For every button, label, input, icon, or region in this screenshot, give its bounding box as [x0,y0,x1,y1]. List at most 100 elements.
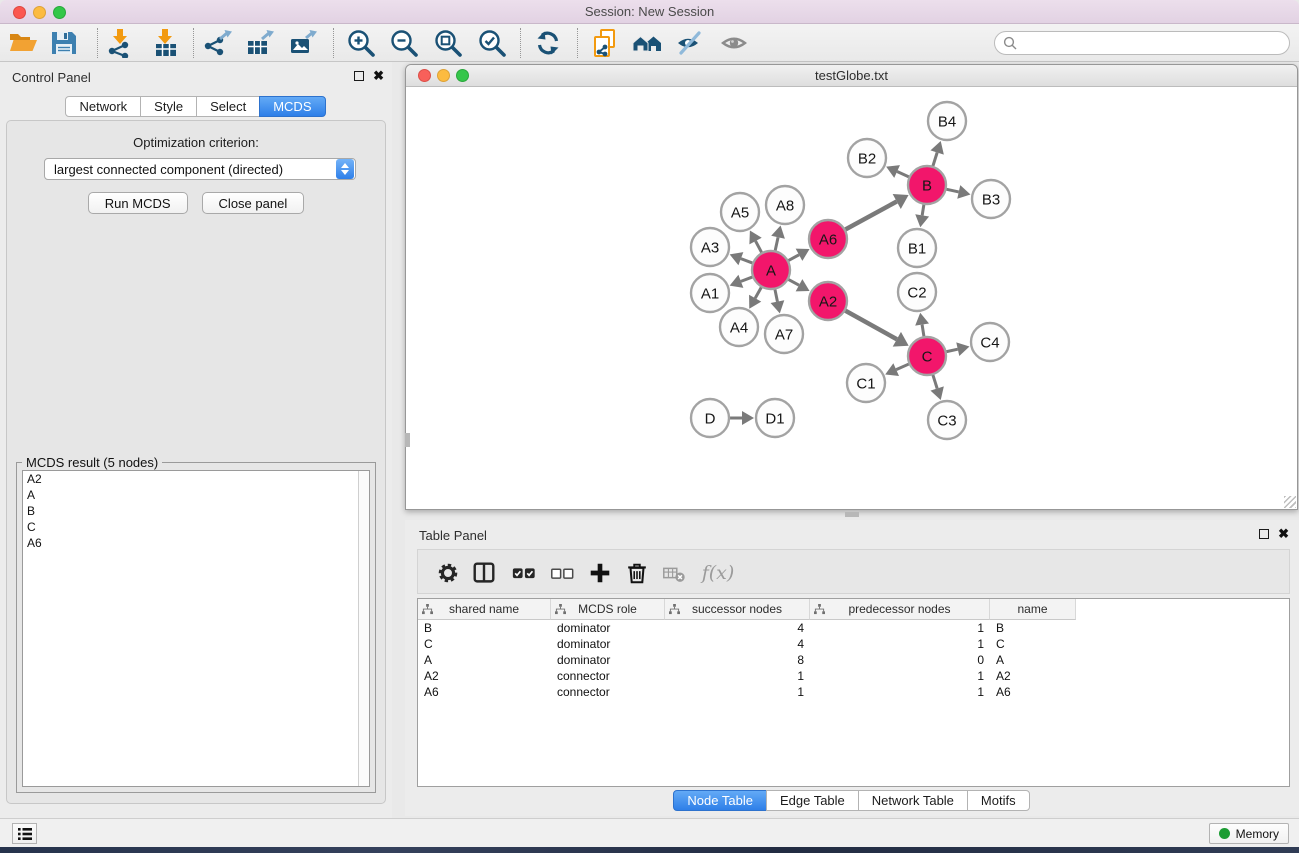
edge-B-B3[interactable] [946,189,959,192]
search-input[interactable] [1017,33,1289,53]
close-panel-button[interactable]: Close panel [202,192,305,214]
network-minimize-button[interactable] [437,69,450,82]
mcds-result-item[interactable]: A [23,487,369,503]
tab-motifs[interactable]: Motifs [967,790,1030,811]
graph-node-label: C3 [937,412,956,429]
add-column-icon[interactable] [585,558,615,588]
float-panel-icon[interactable] [354,71,364,81]
table-cell: 1 [665,668,810,684]
tab-edge-table[interactable]: Edge Table [766,790,859,811]
memory-status-icon [1219,828,1230,839]
split-view-icon[interactable] [469,558,499,588]
control-panel-title: Control Panel [12,70,91,85]
node-table: shared nameMCDS rolesuccessor nodesprede… [417,598,1290,787]
zoom-fit-icon[interactable] [429,26,467,60]
column-header-MCDS-role[interactable]: MCDS role [551,599,665,620]
edge-A2-C[interactable] [845,310,897,339]
show-all-icon[interactable] [716,26,754,60]
minimize-window-button[interactable] [33,6,46,19]
tab-style[interactable]: Style [140,96,197,117]
table-row[interactable]: A6connector11A6 [418,684,1289,700]
zoom-window-button[interactable] [53,6,66,19]
edge-A-A5[interactable] [756,241,762,253]
edge-A-A8[interactable] [775,237,778,251]
mcds-result-item[interactable]: A6 [23,535,369,551]
mcds-result-item[interactable]: C [23,519,369,535]
table-row[interactable]: Bdominator41B [418,620,1289,636]
edge-A-A3[interactable] [741,259,753,264]
splitter-handle-left[interactable] [405,433,410,447]
export-table-icon[interactable] [241,26,279,60]
edge-B-B2[interactable] [897,172,910,178]
edge-A-A7[interactable] [775,289,778,302]
refresh-icon[interactable] [529,26,567,60]
tab-mcds[interactable]: MCDS [259,96,325,117]
mcds-result-item[interactable]: A2 [23,471,369,487]
mcds-result-item[interactable]: B [23,503,369,519]
table-settings-icon[interactable] [433,558,463,588]
table-panel-tabs: Node TableEdge TableNetwork TableMotifs [405,790,1299,811]
table-row[interactable]: Adominator80A [418,652,1289,668]
edge-A6-B[interactable] [845,202,897,230]
edge-A-A2[interactable] [788,279,799,285]
export-image-icon[interactable] [284,26,322,60]
tab-network[interactable]: Network [65,96,141,117]
edge-C-C3[interactable] [933,374,937,388]
edge-C-C2[interactable] [922,325,924,338]
network-zoom-button[interactable] [456,69,469,82]
zoom-in-icon[interactable] [342,26,380,60]
save-session-icon[interactable] [45,26,83,60]
table-cell: 0 [810,652,990,668]
column-header-successor-nodes[interactable]: successor nodes [665,599,810,620]
edge-arrowhead [915,214,929,227]
table-row[interactable]: Cdominator41C [418,636,1289,652]
close-window-button[interactable] [13,6,26,19]
optimization-criterion-label: Optimization criterion: [7,135,385,150]
export-network-icon[interactable] [199,26,237,60]
window-resize-grip[interactable] [1284,496,1296,508]
close-panel-icon[interactable]: ✖ [373,70,384,82]
control-panel-tabs: NetworkStyleSelectMCDS [0,96,392,117]
tab-select[interactable]: Select [196,96,260,117]
hide-selected-icon[interactable] [671,26,709,60]
control-panel: Control Panel ✖ NetworkStyleSelectMCDS O… [0,62,392,818]
open-session-icon[interactable] [4,26,42,60]
edge-A-A4[interactable] [755,287,762,299]
edge-A-A1[interactable] [741,277,753,282]
tab-node-table[interactable]: Node Table [673,790,767,811]
edge-A-A6[interactable] [788,255,799,261]
zoom-out-icon[interactable] [385,26,423,60]
mcds-list-scrollbar[interactable] [358,471,369,786]
task-history-button[interactable] [12,823,37,844]
delete-column-icon[interactable] [622,558,652,588]
column-header-shared-name[interactable]: shared name [418,599,551,620]
float-table-panel-icon[interactable] [1259,529,1269,539]
edge-B-B4[interactable] [933,152,937,166]
import-network-icon[interactable] [101,26,139,60]
tab-network-table[interactable]: Network Table [858,790,968,811]
column-header-name[interactable]: name [990,599,1076,620]
close-table-panel-icon[interactable]: ✖ [1278,528,1289,540]
edge-C-C1[interactable] [896,364,909,370]
table-row[interactable]: A2connector11A2 [418,668,1289,684]
function-builder-icon: f(x) [696,558,740,588]
zoom-selected-icon[interactable] [473,26,511,60]
first-neighbors-icon[interactable] [628,26,666,60]
column-header-predecessor-nodes[interactable]: predecessor nodes [810,599,990,620]
edge-B-B1[interactable] [922,204,924,216]
table-cell: 1 [810,684,990,700]
splitter-handle-horizontal[interactable] [845,512,859,517]
network-close-button[interactable] [418,69,431,82]
desktop-background [0,847,1299,853]
network-canvas[interactable]: B4B2BB3A8A5A6A3B1AA1C2A2A4A7C4CC1DD1C3 [406,87,1297,509]
network-window-titlebar[interactable]: testGlobe.txt [406,65,1297,87]
select-all-columns-icon[interactable] [509,558,539,588]
table-cell: connector [551,668,665,684]
memory-button[interactable]: Memory [1209,823,1289,844]
import-table-icon[interactable] [146,26,184,60]
run-mcds-button[interactable]: Run MCDS [88,192,188,214]
criterion-dropdown[interactable]: largest connected component (directed) [44,158,356,180]
new-network-from-selection-icon[interactable] [587,26,625,60]
unselect-all-columns-icon[interactable] [547,558,577,588]
edge-C-C4[interactable] [946,349,958,352]
